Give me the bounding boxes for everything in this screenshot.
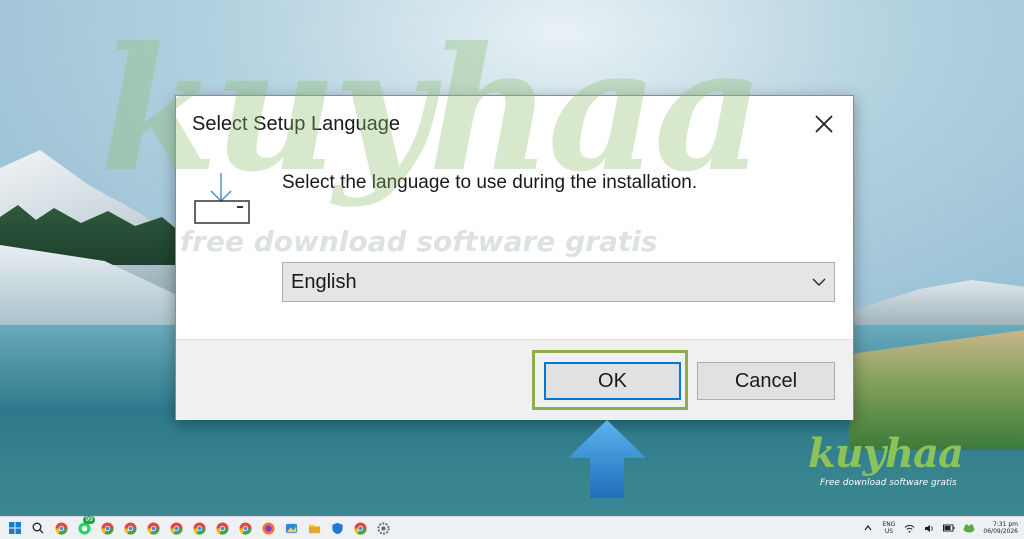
dialog-footer: OK Cancel bbox=[176, 339, 853, 420]
language-code: ENG bbox=[882, 521, 896, 528]
setup-language-dialog: Select Setup Language Select the languag… bbox=[175, 95, 854, 420]
gear-icon bbox=[376, 521, 390, 535]
chrome-icon bbox=[100, 521, 114, 535]
tray-battery[interactable] bbox=[943, 522, 955, 534]
windows-icon bbox=[9, 522, 21, 534]
region-code: US bbox=[884, 528, 894, 535]
chevron-up-icon bbox=[864, 525, 872, 531]
frog-icon bbox=[963, 524, 975, 533]
brand-logo: kuyhaa Free download software gratis bbox=[808, 430, 964, 495]
ok-button[interactable]: OK bbox=[544, 362, 681, 400]
speaker-icon bbox=[924, 524, 933, 532]
clock[interactable]: 7:31 pm 06/09/2026 bbox=[983, 521, 1018, 535]
chrome-icon bbox=[353, 521, 367, 535]
taskbar-app-photos[interactable] bbox=[282, 519, 300, 537]
start-button[interactable] bbox=[6, 519, 24, 537]
firefox-icon bbox=[261, 521, 275, 535]
chrome-icon bbox=[169, 521, 183, 535]
taskbar-app-chrome-9[interactable] bbox=[351, 519, 369, 537]
cancel-button[interactable]: Cancel bbox=[697, 362, 835, 400]
tray-network[interactable] bbox=[903, 522, 915, 534]
taskbar-app-chrome-2[interactable] bbox=[98, 519, 116, 537]
taskbar-app-whatsapp[interactable]: 99 bbox=[75, 516, 95, 537]
language-dropdown[interactable]: English bbox=[282, 262, 835, 302]
taskbar: 99 ENG US 7:31 pm 06/09/2026 bbox=[0, 516, 1024, 539]
wifi-icon bbox=[904, 524, 915, 533]
taskbar-app-chrome-4[interactable] bbox=[144, 519, 162, 537]
tray-volume[interactable] bbox=[923, 522, 935, 534]
taskbar-app-chrome-8[interactable] bbox=[236, 519, 254, 537]
taskbar-search-button[interactable] bbox=[29, 519, 47, 537]
notification-badge: 99 bbox=[83, 516, 95, 524]
clock-date: 06/09/2026 bbox=[983, 528, 1018, 535]
taskbar-app-chrome-5[interactable] bbox=[167, 519, 185, 537]
chrome-icon bbox=[123, 521, 137, 535]
taskbar-app-chrome-7[interactable] bbox=[213, 519, 231, 537]
chrome-icon bbox=[215, 521, 229, 535]
brand-tagline: Free download software gratis bbox=[820, 478, 957, 488]
taskbar-app-file-explorer[interactable] bbox=[305, 519, 323, 537]
chevron-down-icon bbox=[804, 262, 834, 302]
brand-word: kuyhaa bbox=[808, 430, 964, 477]
taskbar-app-chrome-3[interactable] bbox=[121, 519, 139, 537]
taskbar-app-defender[interactable] bbox=[328, 519, 346, 537]
folder-icon bbox=[308, 524, 320, 533]
battery-icon bbox=[943, 524, 955, 532]
arrow-up-icon bbox=[568, 420, 646, 498]
dialog-title: Select Setup Language bbox=[192, 113, 400, 135]
install-download-icon bbox=[194, 173, 250, 224]
photos-icon bbox=[285, 523, 297, 533]
language-prompt: Select the language to use during the in… bbox=[282, 172, 698, 193]
shield-icon bbox=[331, 522, 343, 534]
taskbar-app-chrome-6[interactable] bbox=[190, 519, 208, 537]
search-icon bbox=[32, 522, 44, 534]
clock-time: 7:31 pm bbox=[992, 521, 1018, 528]
taskbar-app-chrome-1[interactable] bbox=[52, 519, 70, 537]
tray-app[interactable] bbox=[963, 522, 975, 534]
chrome-icon bbox=[192, 521, 206, 535]
taskbar-app-firefox[interactable] bbox=[259, 519, 277, 537]
chrome-icon bbox=[238, 521, 252, 535]
chrome-icon bbox=[146, 521, 160, 535]
close-icon bbox=[815, 115, 833, 133]
close-button[interactable] bbox=[795, 96, 853, 152]
taskbar-app-settings[interactable] bbox=[374, 519, 392, 537]
tray-overflow-button[interactable] bbox=[862, 522, 874, 534]
system-tray: ENG US 7:31 pm 06/09/2026 bbox=[862, 517, 1018, 539]
language-indicator[interactable]: ENG US bbox=[882, 521, 895, 535]
chrome-icon bbox=[54, 521, 68, 535]
language-selected-value: English bbox=[291, 270, 357, 293]
